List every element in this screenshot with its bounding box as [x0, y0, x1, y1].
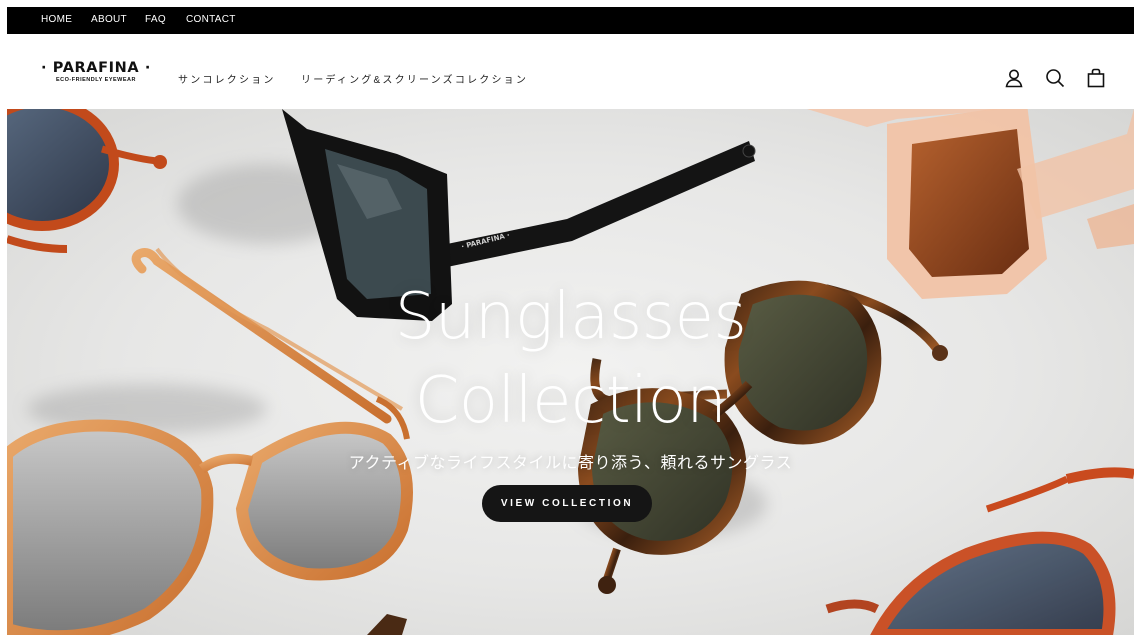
glasses-bottom-right	[825, 467, 1134, 635]
brand-logo[interactable]: · PARAFINA · ECO-FRIENDLY EYEWEAR	[41, 60, 151, 83]
account-icon[interactable]	[1003, 67, 1025, 89]
hero-title-line-1: Sunglasses	[394, 280, 747, 354]
hero-title-line-2: Collection	[414, 364, 727, 438]
nav-sun-collection[interactable]: サンコレクション	[178, 71, 276, 86]
nav-about-link[interactable]: ABOUT	[91, 14, 127, 25]
nav-faq-link[interactable]: FAQ	[145, 14, 166, 25]
nav-contact-link[interactable]: CONTACT	[186, 14, 236, 25]
site-header: · PARAFINA · ECO-FRIENDLY EYEWEAR サンコレクシ…	[7, 34, 1134, 109]
search-icon[interactable]	[1044, 67, 1066, 89]
nav-home-link[interactable]: HOME	[41, 14, 72, 25]
hero-banner: · PARAFINA · Sunglasses Collection アクティブ…	[7, 109, 1134, 635]
brand-tagline: ECO-FRIENDLY EYEWEAR	[56, 77, 136, 83]
utility-bar: HOME ABOUT FAQ CONTACT	[7, 7, 1134, 34]
cart-icon[interactable]	[1085, 67, 1107, 89]
hero-subtitle: アクティブなライフスタイルに寄り添う、頼れるサングラス	[348, 455, 793, 472]
glasses-top-left	[7, 109, 167, 253]
hero-title: Sunglasses Collection	[7, 275, 1134, 443]
nav-reading-screens-collection[interactable]: リーディング&スクリーンズコレクション	[301, 71, 528, 86]
page: HOME ABOUT FAQ CONTACT · PARAFINA · ECO-…	[7, 7, 1134, 635]
glasses-top-right	[807, 109, 1134, 299]
glasses-bottom-edge	[367, 614, 407, 635]
brand-name: · PARAFINA ·	[41, 60, 151, 76]
view-collection-button[interactable]: VIEW COLLECTION	[482, 485, 652, 522]
